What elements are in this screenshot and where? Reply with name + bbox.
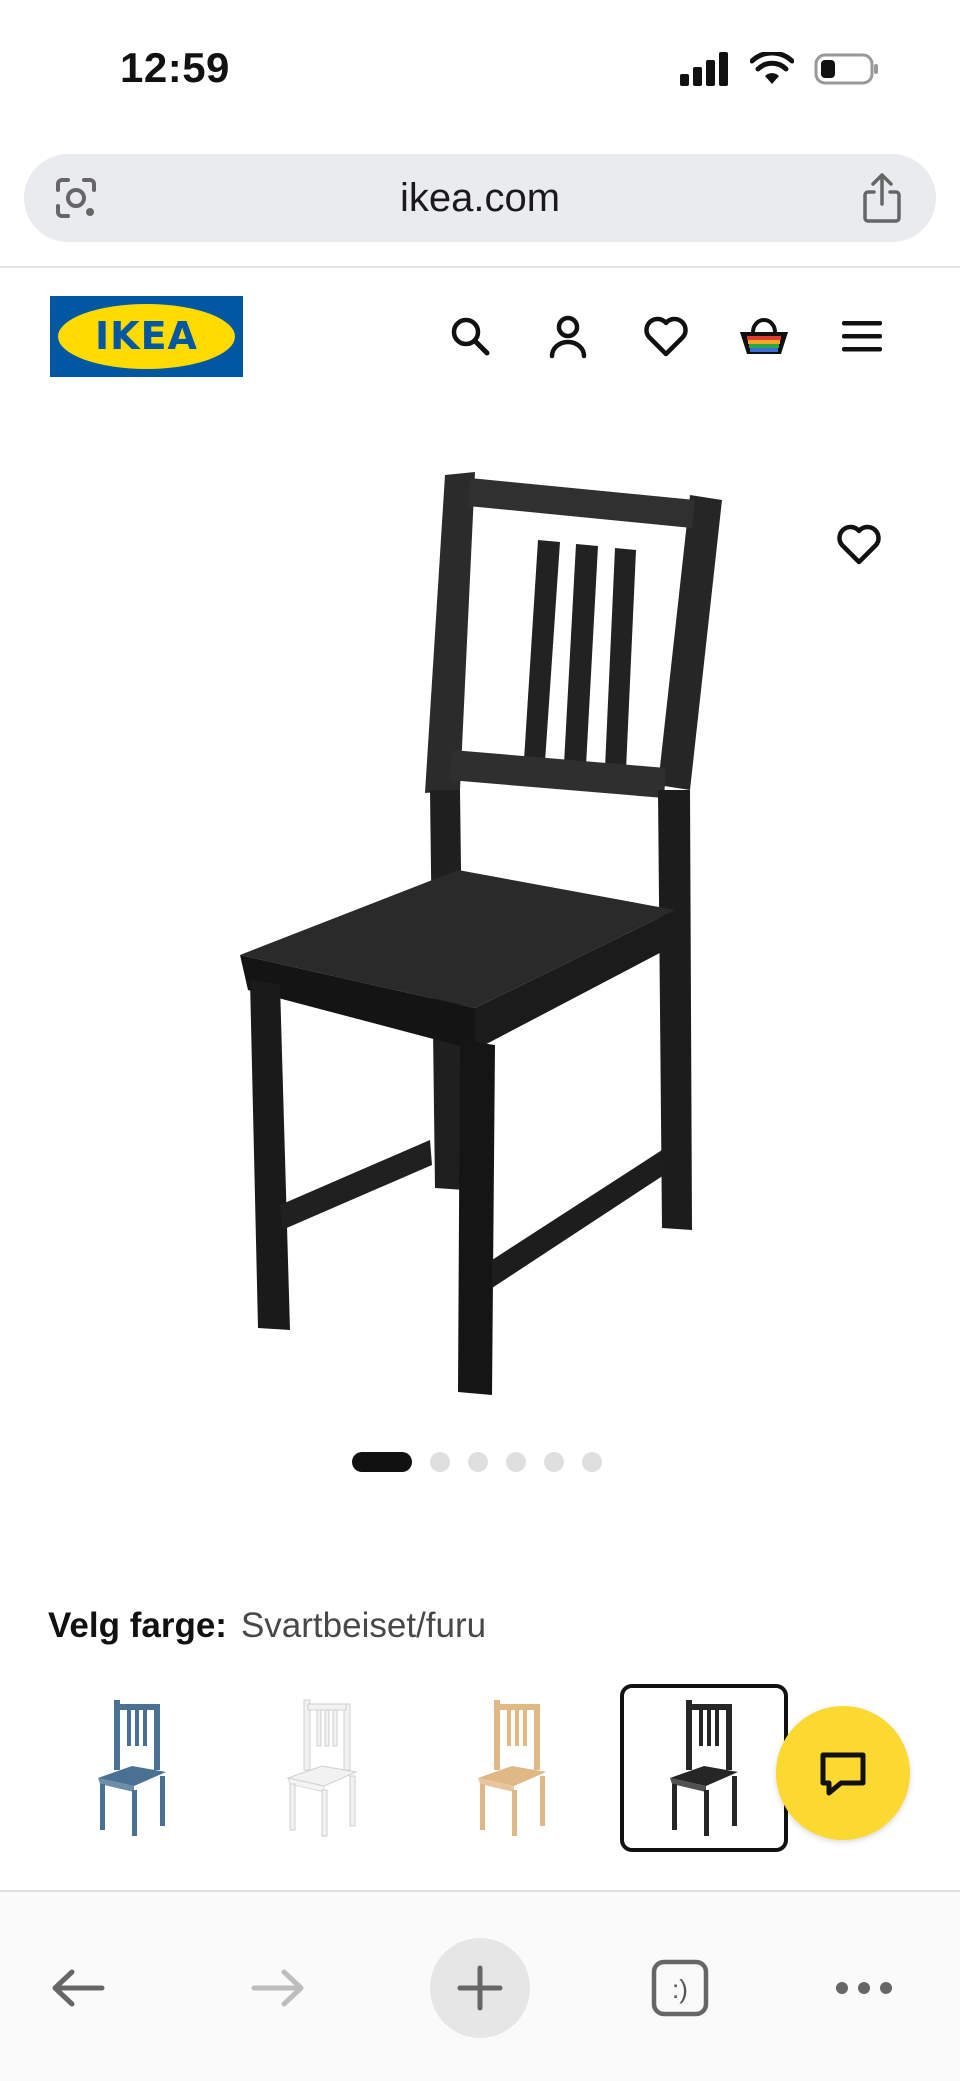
logo-text: IKEA — [95, 314, 198, 358]
account-icon[interactable] — [538, 306, 598, 366]
plus-icon — [457, 1965, 503, 2011]
carousel-dot[interactable] — [468, 1452, 488, 1472]
add-to-favorites-heart-icon[interactable] — [834, 520, 884, 573]
address-bar[interactable]: ikea.com — [24, 154, 936, 242]
status-bar: 12:59 — [0, 0, 960, 140]
tabs-icon[interactable]: :) — [630, 1938, 730, 2038]
chair-thumbnail — [286, 1699, 358, 1837]
product-image-chair[interactable] — [220, 460, 740, 1400]
forward-arrow-icon[interactable] — [228, 1938, 328, 2038]
browser-toolbar: :) — [0, 1892, 960, 2081]
url-text[interactable]: ikea.com — [24, 176, 936, 221]
menu-icon[interactable] — [832, 306, 892, 366]
favorites-heart-icon[interactable] — [636, 306, 696, 366]
battery-icon — [814, 53, 878, 85]
carousel-dot[interactable] — [544, 1452, 564, 1472]
chair-thumbnail — [98, 1700, 166, 1836]
status-time: 12:59 — [120, 44, 230, 91]
carousel-dot[interactable] — [352, 1452, 412, 1472]
color-selector-heading: Velg farge: Svartbeiset/furu — [48, 1606, 486, 1646]
wifi-icon — [750, 52, 794, 84]
carousel-dots[interactable] — [352, 1452, 602, 1472]
carousel-dot[interactable] — [506, 1452, 526, 1472]
shopping-bag-icon[interactable] — [734, 306, 794, 366]
cellular-signal-icon — [680, 52, 728, 86]
divider — [0, 266, 960, 268]
ikea-logo[interactable]: IKEA ® — [50, 296, 243, 377]
chair-thumbnail — [478, 1700, 546, 1836]
carousel-dot[interactable] — [582, 1452, 602, 1472]
chat-button[interactable] — [776, 1706, 910, 1840]
chair-thumbnail — [670, 1700, 738, 1836]
tabs-glyph: :) — [672, 1974, 688, 2004]
color-variant-white[interactable] — [238, 1684, 406, 1852]
carousel-dot[interactable] — [430, 1452, 450, 1472]
color-variant-pine[interactable] — [428, 1684, 596, 1852]
chat-bubble-icon — [820, 1752, 866, 1796]
color-variant-black[interactable] — [620, 1684, 788, 1852]
back-arrow-icon[interactable] — [28, 1938, 128, 2038]
status-icons — [680, 52, 880, 86]
more-icon[interactable] — [814, 1938, 914, 2038]
share-icon[interactable] — [858, 172, 906, 224]
color-value: Svartbeiset/furu — [240, 1606, 487, 1645]
color-label: Velg farge: — [48, 1606, 227, 1645]
color-variant-blue[interactable] — [48, 1684, 216, 1852]
new-tab-button[interactable] — [430, 1938, 530, 2038]
search-icon[interactable] — [440, 306, 500, 366]
